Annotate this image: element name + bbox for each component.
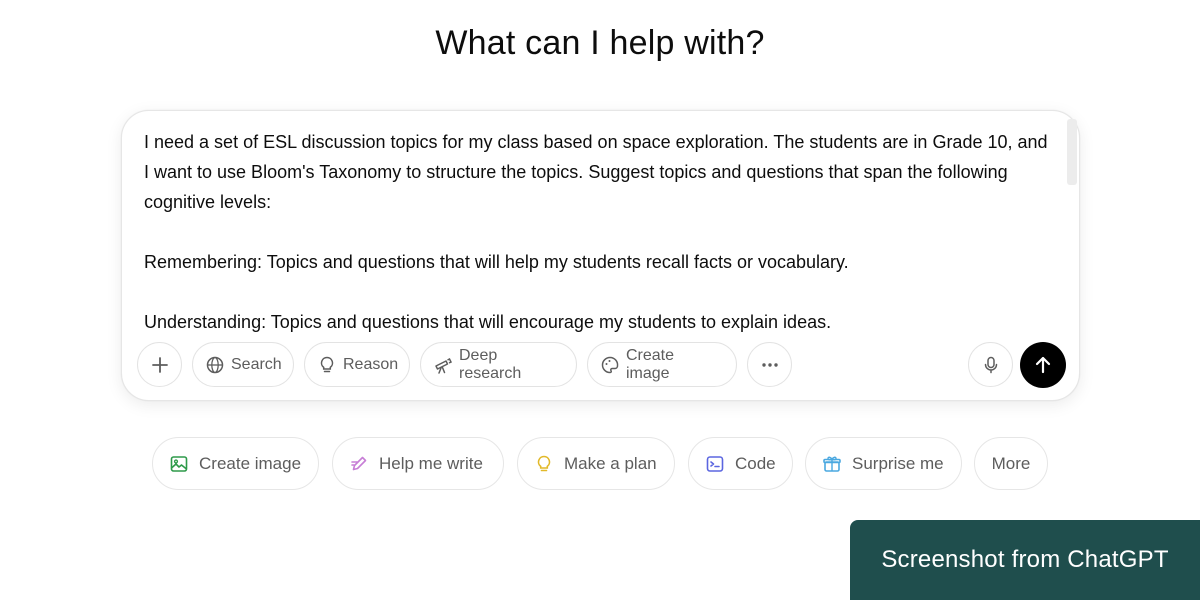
send-button[interactable] [1020,342,1066,388]
chatgpt-home: What can I help with? I need a set of ES… [0,0,1200,600]
prompt-composer: I need a set of ESL discussion topics fo… [121,110,1080,401]
suggestion-make-a-plan[interactable]: Make a plan [517,437,675,490]
watermark-text: Screenshot from ChatGPT [881,546,1169,573]
microphone-icon [984,356,997,373]
pen-icon [351,456,367,470]
create-image-label: Create image [626,346,675,382]
gift-icon [823,456,841,472]
globe-icon [206,356,224,373]
suggestion-label: Help me write [379,453,483,473]
palette-icon [601,356,619,373]
suggestion-label: Surprise me [852,453,944,473]
composer-toolbar: Search Reason Deep research Create image [137,342,1066,388]
suggestion-more[interactable]: More [974,437,1048,490]
watermark-banner: Screenshot from ChatGPT [850,520,1200,600]
more-tools-button[interactable] [747,342,792,387]
suggestion-label: Code [735,453,776,473]
deep-research-button[interactable]: Deep research [420,342,577,387]
voice-input-button[interactable] [968,342,1013,387]
prompt-scrollbar[interactable] [1067,119,1077,185]
plus-icon [151,356,168,373]
suggestion-code[interactable]: Code [688,437,793,490]
suggestion-label: Create image [199,453,302,473]
reason-button[interactable]: Reason [304,342,410,387]
suggestion-help-me-write[interactable]: Help me write [332,437,504,490]
add-button[interactable] [137,342,182,387]
search-button[interactable]: Search [192,342,294,387]
suggestion-create-image[interactable]: Create image [152,437,319,490]
page-title: What can I help with? [435,24,765,62]
image-icon [170,455,188,472]
search-label: Search [231,355,282,373]
deep-research-label: Deep research [459,346,522,382]
suggestion-label: More [991,453,1031,473]
lightbulb-icon [537,455,551,471]
reason-label: Reason [343,355,399,373]
ellipsis-icon [761,362,778,367]
prompt-input[interactable]: I need a set of ESL discussion topics fo… [144,127,1056,345]
suggestion-chips: Create image Help me write Make a plan C… [152,437,1052,491]
lightbulb-icon [320,356,334,372]
suggestion-surprise-me[interactable]: Surprise me [805,437,962,490]
telescope-icon [435,357,453,374]
suggestion-label: Make a plan [564,453,657,473]
terminal-icon [706,455,724,472]
arrow-up-icon [1035,356,1051,374]
create-image-button[interactable]: Create image [587,342,737,387]
